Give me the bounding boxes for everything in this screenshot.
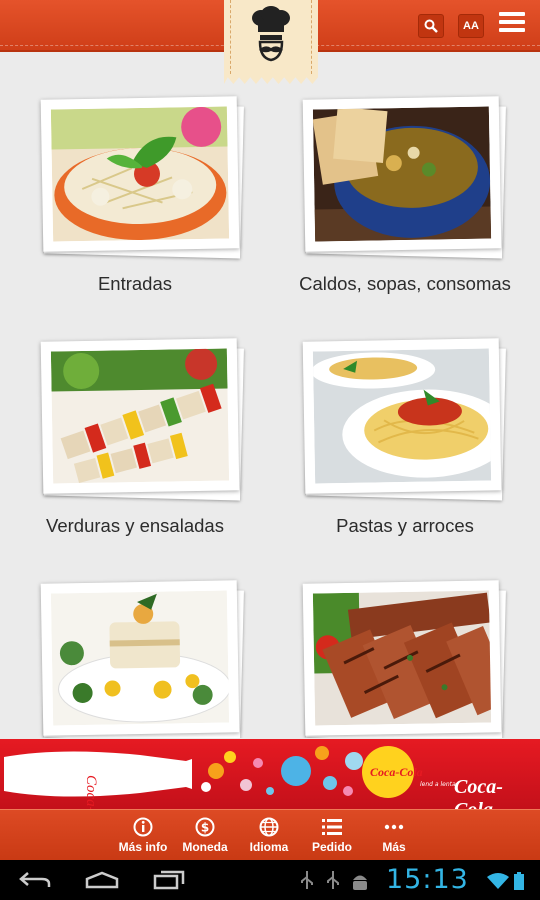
soup-with-crackers-photo <box>312 106 492 242</box>
menu-bar <box>499 20 525 24</box>
svg-text:Coca-Cola: Coca-Cola <box>370 765 423 779</box>
toolbar-label: Idioma <box>249 840 289 854</box>
photo-frame <box>40 96 244 259</box>
category-label: Verduras y ensaladas <box>46 515 224 536</box>
category-grid: Entradas Caldos, sopas, consomas Verdura… <box>0 90 540 738</box>
spaghetti-plates-photo <box>312 348 492 484</box>
category-card-entradas[interactable]: Entradas <box>0 90 270 330</box>
category-card-pescados[interactable] <box>0 574 270 738</box>
toolbar-label: Pedido <box>311 840 352 854</box>
ad-tagline: lend a lenta <box>420 781 456 788</box>
usb-icon <box>301 871 313 889</box>
font-size-label: AA <box>463 20 479 32</box>
toolbar-label: Más <box>382 840 406 854</box>
list-icon <box>322 819 342 835</box>
svg-text:$: $ <box>201 821 209 835</box>
toolbar-label: Más info <box>118 840 168 854</box>
back-icon[interactable] <box>18 871 52 889</box>
wifi-icon <box>487 873 509 889</box>
toolbar-more-info[interactable]: Más info <box>113 816 173 854</box>
grilled-steak-photo <box>312 590 492 726</box>
hamburger-menu-button[interactable] <box>499 12 525 36</box>
salad-bowl-photo <box>50 106 230 242</box>
category-label: Entradas <box>97 273 173 294</box>
recent-apps-icon[interactable] <box>153 870 185 890</box>
menu-bar <box>499 12 525 16</box>
usb-icon <box>327 871 339 889</box>
svg-text:Coca-Cola: Coca-Cola <box>83 775 99 809</box>
currency-icon: $ <box>195 817 215 837</box>
ad-banner[interactable]: Coca-Cola Coca-Cola lend a lenta Coca-Co… <box>0 739 540 809</box>
more-dots-icon <box>384 824 404 830</box>
photo-frame <box>40 338 244 501</box>
search-icon <box>424 19 438 33</box>
battery-icon <box>514 872 524 890</box>
home-icon[interactable] <box>84 871 120 889</box>
category-card-pastas[interactable]: Pastas y arroces <box>270 332 540 572</box>
toolbar-language[interactable]: Idioma <box>239 816 299 854</box>
category-card-caldos[interactable]: Caldos, sopas, consomas <box>270 90 540 330</box>
photo-frame <box>302 338 506 501</box>
photo-frame <box>40 580 244 738</box>
globe-icon <box>259 817 279 837</box>
info-icon <box>133 817 153 837</box>
ad-brand: Coca-Cola <box>454 776 503 809</box>
category-card-carnes[interactable] <box>270 574 540 738</box>
system-navigation-bar: 15:13 <box>0 860 540 900</box>
toolbar-more[interactable]: Más <box>364 816 424 854</box>
chef-mustache-icon <box>252 6 290 62</box>
status-clock: 15:13 <box>386 864 469 895</box>
font-size-button[interactable]: AA <box>458 14 484 38</box>
app-logo[interactable] <box>224 0 318 84</box>
category-label: Pastas y arroces <box>336 515 474 536</box>
toolbar-currency[interactable]: $ Moneda <box>175 816 235 854</box>
photo-frame <box>302 96 506 259</box>
toolbar-label: Moneda <box>182 840 228 854</box>
photo-frame <box>302 580 506 738</box>
fish-fillet-photo <box>50 590 230 726</box>
search-button[interactable] <box>418 14 444 38</box>
menu-bar <box>499 28 525 32</box>
android-debug-icon <box>353 875 367 890</box>
bottom-toolbar: Más info $ Moneda Idioma Pedido Más <box>0 809 540 860</box>
toolbar-order[interactable]: Pedido <box>302 816 362 854</box>
category-card-verduras[interactable]: Verduras y ensaladas <box>0 332 270 572</box>
vegetable-skewers-photo <box>50 348 230 484</box>
category-label: Caldos, sopas, consomas <box>299 273 511 294</box>
